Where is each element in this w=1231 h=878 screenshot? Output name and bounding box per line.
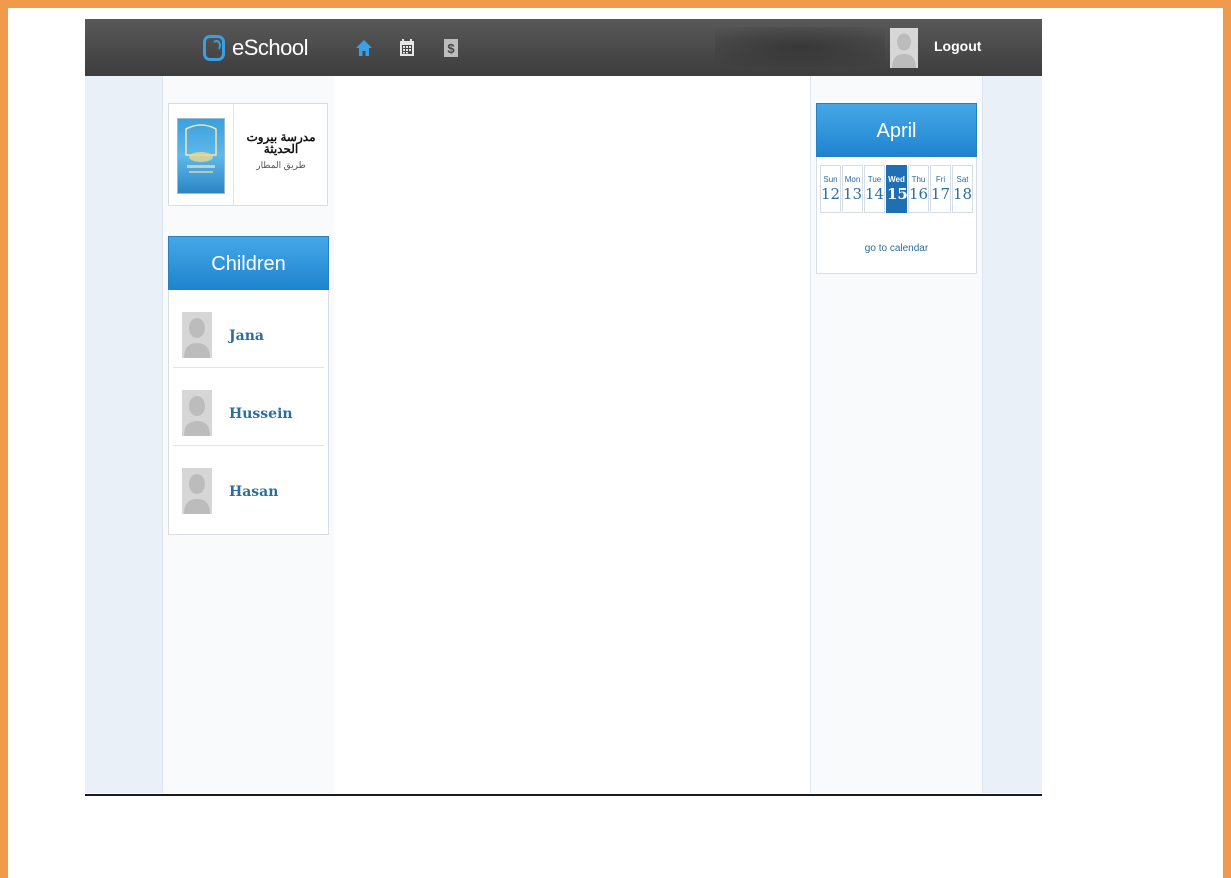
- header-decoration: [715, 27, 885, 67]
- children-header: Children: [168, 236, 329, 290]
- bottom-divider: [85, 794, 1042, 796]
- calendar-day-thu[interactable]: Thu 16: [908, 165, 929, 213]
- go-to-calendar-link[interactable]: go to calendar: [817, 243, 976, 254]
- child-item-jana[interactable]: Jana: [173, 290, 324, 368]
- day-date: 17: [931, 185, 951, 203]
- eschool-logo-icon: [203, 35, 225, 61]
- calendar-day-sun[interactable]: Sun 12: [820, 165, 841, 213]
- user-avatar[interactable]: [890, 28, 918, 68]
- child-avatar: [182, 390, 212, 436]
- top-navigation-bar: eSchool $ Logout: [85, 19, 1042, 76]
- day-name: Mon: [844, 175, 861, 184]
- home-icon[interactable]: [355, 39, 373, 57]
- school-address: طريق المطار: [256, 160, 306, 170]
- day-name: Sun: [823, 175, 838, 184]
- calendar-day-sat[interactable]: Sat 18: [952, 165, 973, 213]
- calendar-day-wed[interactable]: Wed 15: [886, 165, 908, 213]
- child-name[interactable]: Jana: [229, 328, 264, 344]
- dollar-icon[interactable]: $: [442, 39, 460, 57]
- school-name: مدرسة بيروت الحديثة: [246, 130, 316, 156]
- right-sidebar: April Sun 12 Mon 13 Tue 14 Wed 15 Thu 16…: [810, 76, 983, 793]
- divider: [233, 104, 234, 205]
- child-item-hussein[interactable]: Hussein: [173, 368, 324, 446]
- calendar-day-fri[interactable]: Fri 17: [930, 165, 951, 213]
- week-strip: Sun 12 Mon 13 Tue 14 Wed 15 Thu 16 Fri 1…: [820, 165, 974, 213]
- day-name: Sat: [956, 175, 969, 184]
- day-date: 14: [865, 185, 885, 203]
- day-name: Wed: [888, 175, 905, 184]
- child-avatar: [182, 312, 212, 358]
- school-card: مدرسة بيروت الحديثة طريق المطار: [168, 103, 328, 206]
- calendar-widget: April Sun 12 Mon 13 Tue 14 Wed 15 Thu 16…: [816, 103, 977, 274]
- logout-button[interactable]: Logout: [934, 38, 981, 54]
- brand-name: eSchool: [232, 35, 309, 60]
- child-item-hasan[interactable]: Hasan: [173, 446, 324, 523]
- main-content: [334, 76, 810, 793]
- brand-logo[interactable]: eSchool: [203, 32, 309, 64]
- left-sidebar: مدرسة بيروت الحديثة طريق المطار Children…: [162, 76, 335, 793]
- svg-text:$: $: [447, 41, 455, 56]
- child-name[interactable]: Hussein: [229, 406, 293, 422]
- school-logo: [177, 118, 225, 194]
- day-date: 18: [953, 185, 973, 203]
- day-date: 12: [821, 185, 841, 203]
- calendar-day-tue[interactable]: Tue 14: [864, 165, 885, 213]
- app-container: eSchool $ Logout مدرسة بيروت الحديثة طري…: [85, 19, 1042, 793]
- calendar-day-mon[interactable]: Mon 13: [842, 165, 863, 213]
- day-name: Thu: [911, 175, 926, 184]
- child-name[interactable]: Hasan: [229, 484, 278, 500]
- child-avatar: [182, 468, 212, 514]
- calendar-month: April: [816, 103, 977, 157]
- calendar-icon[interactable]: [398, 39, 416, 57]
- children-panel: Children Jana Hussein Hasan: [168, 236, 329, 535]
- day-date: 15: [887, 185, 908, 203]
- day-name: Fri: [935, 175, 946, 184]
- day-date: 13: [843, 185, 863, 203]
- day-date: 16: [909, 185, 929, 203]
- day-name: Tue: [867, 175, 882, 184]
